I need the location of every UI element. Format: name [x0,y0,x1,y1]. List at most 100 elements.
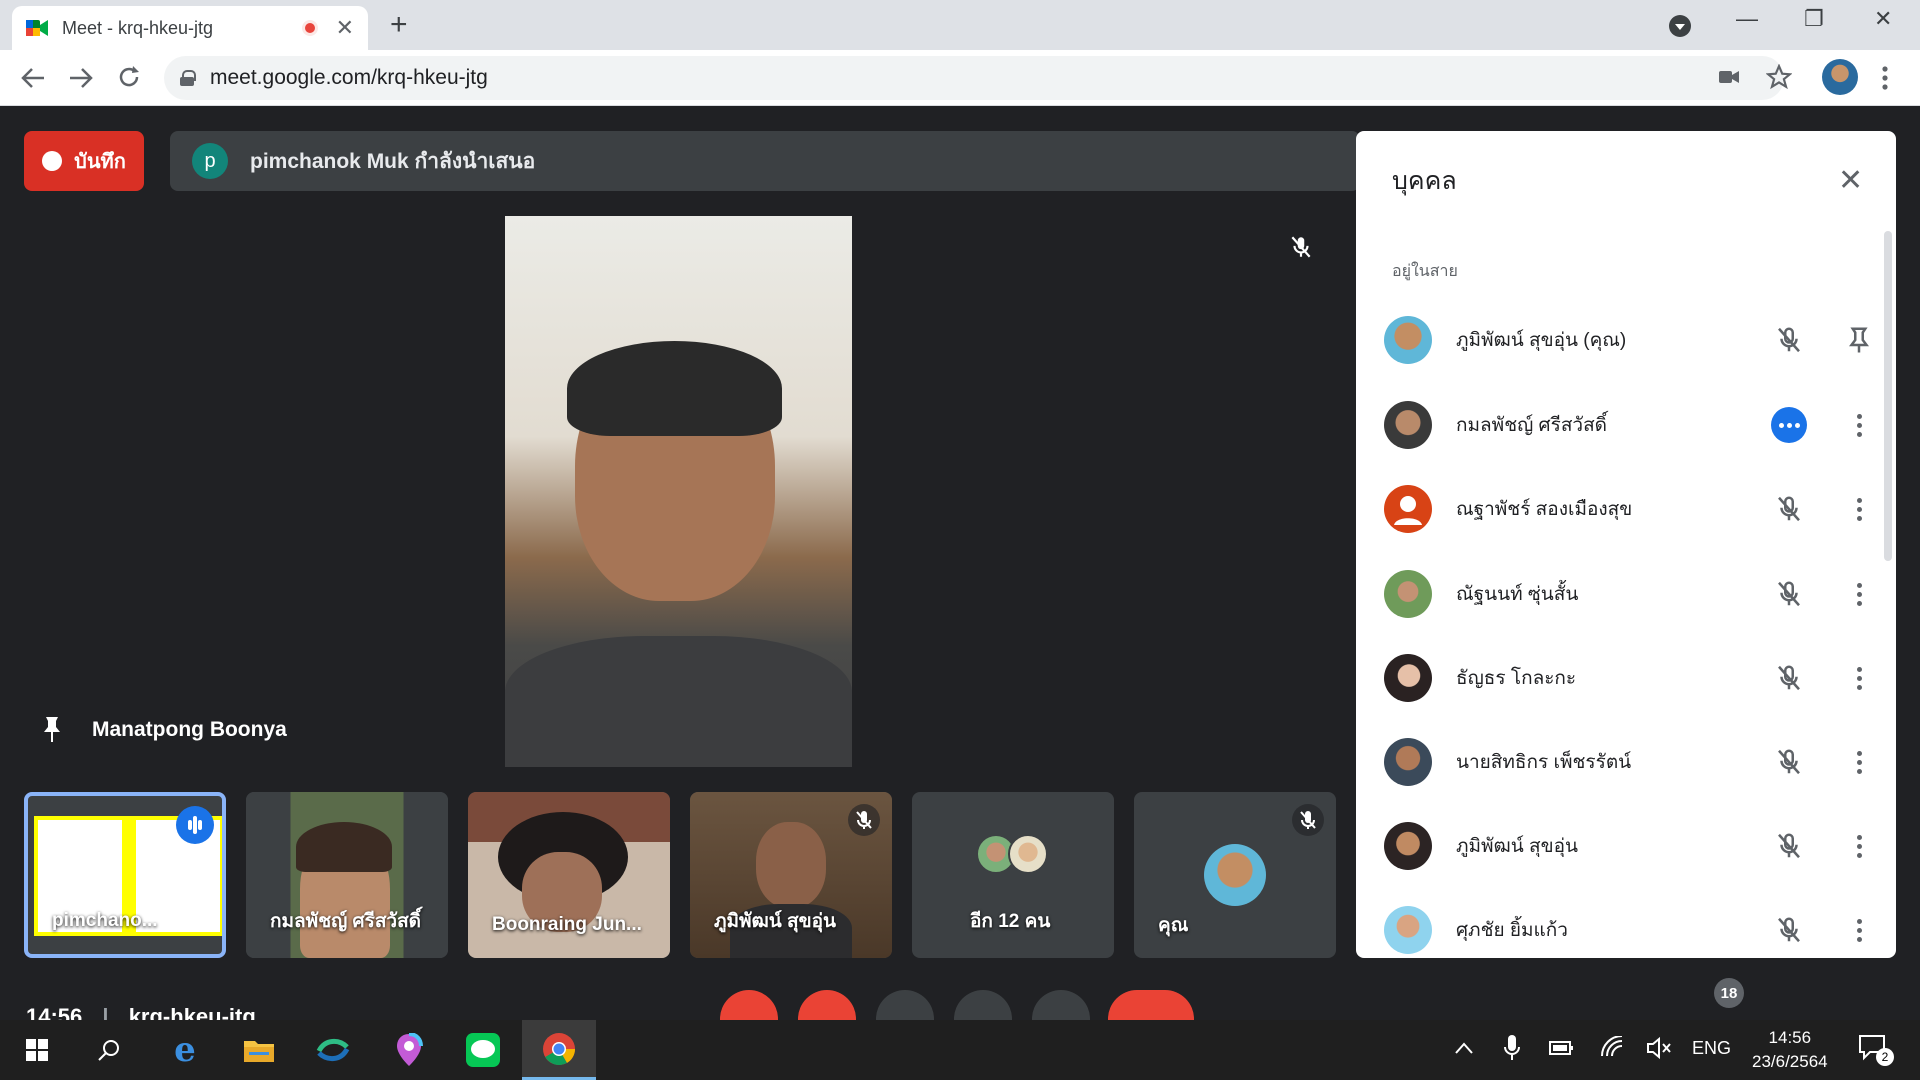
chevron-up-icon[interactable] [1454,1040,1474,1056]
participant-row[interactable]: ภูมิพัฒน์ สุขอุ่น (คุณ) [1384,308,1874,372]
maps-pin-icon [397,1033,423,1066]
participant-avatar [1384,654,1432,702]
participant-name: ณฐาพัชร์ สองเมืองสุข [1456,499,1633,520]
video-person-body [505,636,852,767]
more-options-icon[interactable] [1844,410,1874,440]
participant-name: ภูมิพัฒน์ สุขอุ่น (คุณ) [1456,330,1627,351]
recording-button[interactable]: บันทึก [24,131,144,191]
taskbar-chrome[interactable] [522,1020,596,1080]
edge-icon: e [174,1030,196,1070]
taskbar-line[interactable] [446,1020,520,1080]
bookmark-star-icon[interactable] [1766,64,1792,90]
more-options-icon[interactable] [1844,494,1874,524]
taskbar-app[interactable] [296,1020,370,1080]
pinned-name-label: Manatpong Boonya [92,718,287,741]
panel-scrollbar[interactable] [1884,231,1892,561]
taskbar-maps[interactable] [372,1020,446,1080]
address-bar[interactable]: meet.google.com/krq-hkeu-jtg [164,56,1784,100]
tab-close-button[interactable]: ✕ [336,15,354,41]
tile-name: Boonraing Jun... [492,914,642,935]
record-dot-icon [42,151,63,171]
participant-tile[interactable]: ภูมิพัฒน์ สุขอุ่น [690,792,892,958]
participant-tile[interactable]: pimchano... [24,792,226,958]
speaking-indicator-icon [176,806,214,844]
participant-row[interactable]: กมลพัชญ์ ศรีสวัสดิ์ [1384,393,1874,457]
participant-row[interactable]: ณัฐนนท์ ซุ่นสั้น [1384,562,1874,626]
tile-mic-off-icon [1292,804,1324,836]
panel-close-button[interactable]: ✕ [1838,163,1863,198]
participant-name: ภูมิพัฒน์ สุขอุ่น [1456,836,1578,857]
url-text[interactable]: meet.google.com/krq-hkeu-jtg [210,66,488,90]
tile-name: ภูมิพัฒน์ สุขอุ่น [714,911,836,932]
more-options-icon[interactable] [1844,747,1874,777]
windows-logo-icon [26,1039,48,1061]
participant-row[interactable]: ภูมิพัฒน์ สุขอุ่น [1384,814,1874,878]
participant-row[interactable]: ณฐาพัชร์ สองเมืองสุข [1384,477,1874,541]
panel-title: บุคคล [1392,167,1457,195]
microphone-icon[interactable] [1504,1034,1520,1062]
participant-tile[interactable]: กมลพัชญ์ ศรีสวัสดิ์ [246,792,448,958]
search-icon [98,1040,119,1061]
people-panel: บุคคล ✕ อยู่ในสาย ภูมิพัฒน์ สุขอุ่น (คุณ… [1356,131,1896,958]
windows-taskbar: e ENG 14:56 23/6/2564 2 [0,1020,1920,1080]
back-arrow-icon[interactable] [20,66,46,90]
self-tile[interactable]: คุณ [1134,792,1336,958]
wifi-icon[interactable] [1600,1036,1624,1060]
reload-icon[interactable] [116,64,142,90]
more-options-icon[interactable] [1844,915,1874,945]
people-count-badge: 18 [1714,978,1744,1008]
taskbar-file-explorer[interactable] [222,1020,296,1080]
system-clock[interactable]: 14:56 23/6/2564 [1752,1026,1828,1074]
speaking-indicator-icon [1771,407,1807,443]
browser-menu-icon[interactable] [1880,64,1890,92]
pinned-video[interactable] [505,216,852,767]
window-close-button[interactable]: ✕ [1874,6,1892,32]
restore-button[interactable]: ❐ [1804,6,1824,32]
search-button[interactable] [72,1020,146,1080]
participant-row[interactable]: นายสิทธิกร เพ็ชรรัตน์ [1384,730,1874,794]
more-options-icon[interactable] [1844,831,1874,861]
camera-in-use-icon[interactable] [1718,66,1740,88]
app-swirl-icon [316,1039,350,1061]
start-button[interactable] [0,1020,74,1080]
profile-avatar[interactable] [1822,59,1858,95]
new-tab-button[interactable]: + [390,8,408,42]
more-options-icon[interactable] [1844,663,1874,693]
mic-off-icon [1778,917,1800,943]
tile-mic-off-icon [848,804,880,836]
more-participants-tile[interactable]: อีก 12 คน [912,792,1114,958]
notification-center-button[interactable]: 2 [1858,1034,1894,1066]
participant-name: ศุภชัย ยิ้มแก้ว [1456,920,1568,941]
battery-icon[interactable] [1548,1038,1574,1058]
tile-name: อีก 12 คน [970,911,1051,932]
recording-indicator-icon [301,20,318,36]
participant-row[interactable]: ธัญธร โกละกะ [1384,646,1874,710]
more-options-icon[interactable] [1844,579,1874,609]
participant-avatar [1384,738,1432,786]
pinned-participant-name: Manatpong Boonya [42,715,287,745]
recording-label: บันทึก [74,151,126,173]
participant-avatar [1384,485,1432,533]
forward-arrow-icon[interactable] [68,66,94,90]
participant-row[interactable]: ศุภชัย ยิ้มแก้ว [1384,898,1874,958]
chrome-icon [543,1032,576,1065]
input-language[interactable]: ENG [1692,1038,1731,1059]
notification-count: 2 [1876,1048,1894,1066]
browser-toolbar: meet.google.com/krq-hkeu-jtg [0,50,1920,106]
tile-name: คุณ [1158,915,1189,936]
more-avatars [976,834,1048,874]
lock-icon [180,70,196,86]
pin-icon[interactable] [1844,325,1874,355]
mic-off-icon [1778,581,1800,607]
minimize-button[interactable]: — [1736,6,1758,32]
meet-logo-icon [26,20,48,36]
taskbar-edge[interactable]: e [148,1020,222,1080]
participant-avatar [1384,316,1432,364]
participant-tile[interactable]: Boonraing Jun... [468,792,670,958]
tab-search-icon[interactable] [1668,14,1692,38]
browser-tab[interactable]: Meet - krq-hkeu-jtg ✕ [12,6,368,50]
volume-muted-icon[interactable] [1646,1036,1672,1060]
tab-title: Meet - krq-hkeu-jtg [62,17,214,38]
participant-avatar [1384,570,1432,618]
pin-icon[interactable] [42,715,62,745]
